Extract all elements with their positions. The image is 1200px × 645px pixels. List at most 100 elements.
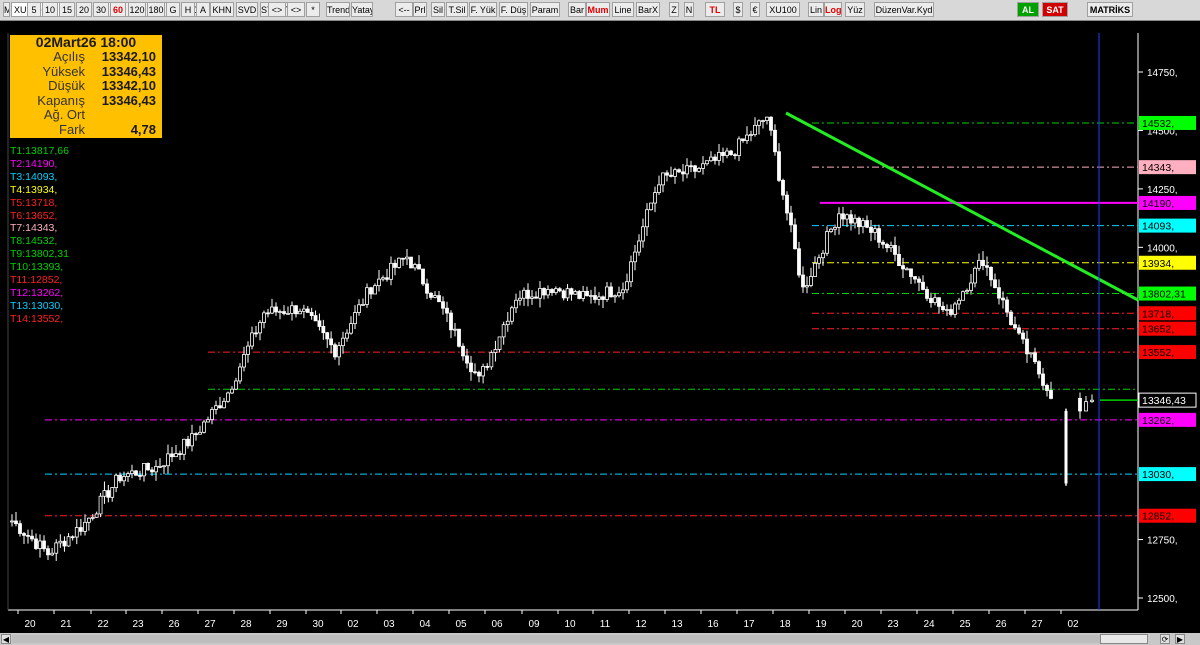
toolbar-button-27[interactable]: €: [750, 2, 760, 17]
candle-body: [393, 262, 397, 268]
toolbar-button-19[interactable]: Bar: [568, 2, 586, 17]
toolbar-button-32[interactable]: DüzenVar.Kyd: [874, 2, 934, 17]
candle-body: [757, 120, 761, 126]
candle-body: [865, 220, 869, 228]
candle-body: [218, 405, 222, 409]
horizontal-scrollbar[interactable]: ◀ ⟳ ▶: [0, 633, 1200, 645]
x-tick-label: 20: [24, 619, 36, 630]
toolbar-button-31[interactable]: Yüz: [845, 2, 865, 17]
candle-body: [178, 453, 182, 456]
period-button-4[interactable]: 30: [93, 2, 109, 17]
toolbar-button-18[interactable]: Param: [530, 2, 560, 17]
toolbar-button-17[interactable]: F. Düş: [499, 2, 528, 17]
toolbar-button-0[interactable]: M: [3, 2, 10, 17]
candle-body: [126, 473, 130, 477]
candlestick-chart[interactable]: 14750,14500,14250,14000,12750,12500,20 21…: [0, 21, 1200, 633]
toolbar-button-24[interactable]: N: [684, 2, 694, 17]
period-button-11[interactable]: <>: [268, 2, 286, 17]
period-button-3[interactable]: 20: [76, 2, 92, 17]
period-button-10[interactable]: A: [196, 2, 210, 17]
candle-body: [377, 278, 381, 287]
candle-body: [581, 291, 586, 299]
chart-background: [0, 21, 1200, 633]
toolbar-button-35[interactable]: MATRİKS: [1087, 2, 1133, 17]
candle-body: [725, 150, 729, 156]
chart-toolbar: MXU10060TLLOGKHNSVDSYMTMPTrendYatay<--Pr…: [0, 0, 1200, 21]
candle-body: [542, 288, 546, 296]
candle-body: [925, 289, 929, 299]
candle-body: [381, 277, 385, 280]
candle-body: [993, 279, 997, 289]
toolbar-button-30[interactable]: Log: [824, 2, 842, 17]
toolbar-button-33[interactable]: AL: [1017, 2, 1039, 17]
toolbar-button-6[interactable]: SVD: [236, 2, 258, 17]
toolbar-button-14[interactable]: Sil: [431, 2, 445, 17]
toolbar-button-34[interactable]: SAT: [1042, 2, 1068, 17]
candle-body: [445, 307, 449, 314]
scroll-thumb[interactable]: [1100, 634, 1148, 644]
level-price-label: 13030,: [1142, 469, 1174, 481]
toolbar-button-15[interactable]: T.Sil: [446, 2, 468, 17]
candle-body: [789, 212, 793, 226]
info-label: Düşük: [48, 78, 85, 93]
level-line-label: T11:12852,: [10, 274, 63, 287]
info-row: Ağ. Ort: [10, 107, 162, 123]
level-price-label: 13652,: [1142, 324, 1174, 336]
scroll-track[interactable]: [12, 635, 1147, 643]
candle-body: [90, 516, 95, 519]
scroll-right-icon[interactable]: ▶: [1175, 634, 1185, 644]
candle-body: [821, 252, 825, 259]
candle-body: [22, 533, 26, 536]
toolbar-button-21[interactable]: Line: [612, 2, 634, 17]
toolbar-button-25[interactable]: TL: [705, 2, 725, 17]
toolbar-button-11[interactable]: Yatay: [351, 2, 373, 17]
refresh-icon[interactable]: ⟳: [1160, 634, 1170, 644]
candle-body: [78, 527, 83, 532]
candle-body: [781, 179, 785, 196]
candle-body: [202, 421, 206, 433]
candle-body: [629, 261, 633, 283]
candle-body: [417, 264, 421, 270]
y-tick-label: 12500,: [1147, 594, 1178, 605]
toolbar-button-12[interactable]: <--: [395, 2, 413, 17]
info-label: Kapanış: [37, 92, 85, 108]
toolbar-button-22[interactable]: BarX: [636, 2, 660, 17]
x-tick-label: 19: [815, 619, 827, 630]
candle-body: [433, 295, 437, 298]
candle-body: [186, 438, 190, 447]
period-button-5[interactable]: 60: [110, 2, 126, 17]
period-button-6[interactable]: 120: [128, 2, 146, 17]
candle-body: [550, 289, 554, 293]
period-button-0[interactable]: 5: [27, 2, 41, 17]
period-button-9[interactable]: H: [181, 2, 195, 17]
candle-body: [485, 366, 490, 368]
period-button-8[interactable]: G: [166, 2, 180, 17]
toolbar-button-20[interactable]: Mum: [586, 2, 610, 17]
toolbar-button-16[interactable]: F. Yük: [469, 2, 497, 17]
toolbar-button-10[interactable]: Trend: [326, 2, 350, 17]
candle-body: [42, 540, 46, 550]
candle-body: [198, 431, 202, 435]
x-tick-label: 11: [600, 619, 611, 630]
period-button-7[interactable]: 180: [147, 2, 165, 17]
toolbar-button-28[interactable]: XU100: [766, 2, 800, 17]
toolbar-button-5[interactable]: KHN: [210, 2, 234, 17]
candle-body: [981, 259, 985, 267]
level-line-label: T9:13802,31: [10, 248, 69, 261]
candle-body: [825, 231, 829, 254]
candle-body: [190, 433, 194, 447]
toolbar-button-29[interactable]: Lin: [808, 2, 824, 17]
candle-body: [889, 245, 893, 249]
scroll-left-icon[interactable]: ◀: [1, 634, 11, 644]
candle-body: [1084, 401, 1088, 412]
period-button-1[interactable]: 10: [42, 2, 58, 17]
period-button-12[interactable]: <>: [287, 2, 305, 17]
toolbar-button-26[interactable]: $: [733, 2, 743, 17]
candle-body: [977, 259, 981, 269]
x-tick-label: 02: [1067, 619, 1079, 630]
candle-body: [729, 150, 733, 156]
toolbar-button-13[interactable]: Prl: [413, 2, 427, 17]
toolbar-button-23[interactable]: Z: [669, 2, 679, 17]
period-button-2[interactable]: 15: [59, 2, 75, 17]
period-button-13[interactable]: *: [306, 2, 320, 17]
